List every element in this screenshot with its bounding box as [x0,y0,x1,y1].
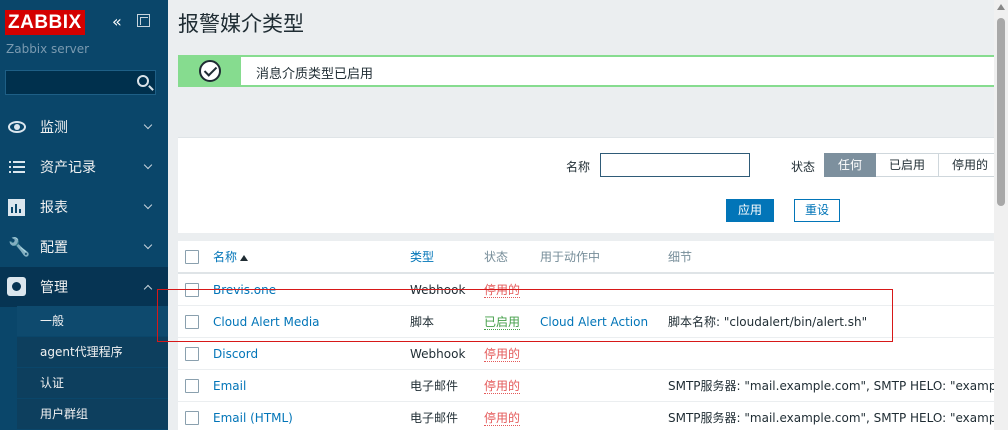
menu-item-configuration[interactable]: 🔧 配置 [0,227,168,267]
message-icon-box [180,57,241,85]
row-checkbox[interactable] [185,347,199,361]
row-checkbox[interactable] [185,283,199,297]
media-type-details: SMTP服务器: "mail.example.com", SMTP HELO: … [668,379,1008,393]
status-toggle[interactable]: 停用的 [484,379,521,394]
message-text: 消息介质类型已启用 [256,67,374,82]
vertical-scrollbar[interactable] [994,0,1008,430]
table-row: Discord Webhook 停用的 [178,338,1008,370]
header-details: 细节 [668,250,693,264]
status-segmented-control: 任何 已启用 停用的 [824,153,1003,177]
zabbix-logo[interactable]: ZABBIX [5,10,85,35]
header-name[interactable]: 名称 [213,241,249,273]
scroll-up-icon[interactable] [997,4,1005,10]
status-toggle[interactable]: 停用的 [484,283,521,298]
menu-label: 监测 [40,120,68,136]
header-name-label: 名称 [213,250,238,264]
menu-label: 资产记录 [40,160,96,176]
chevron-down-icon [143,160,153,170]
menu-label: 报表 [40,200,68,216]
chevron-up-icon [143,284,153,294]
submenu-item-proxies[interactable]: agent代理程序 [17,337,168,368]
row-checkbox[interactable] [185,315,199,329]
filter-name-label: 名称 [566,160,591,174]
table-row: Cloud Alert Media 脚本 已启用 Cloud Alert Act… [178,306,1008,338]
chevron-down-icon [143,240,153,250]
eye-icon [8,121,26,133]
sidebar-search-input[interactable] [5,70,156,95]
menu-item-inventory[interactable]: 资产记录 [0,147,168,187]
media-type-name-link[interactable]: Cloud Alert Media [213,306,320,338]
header-used-in-actions: 用于动作中 [540,250,601,264]
media-type-type: Webhook [410,347,466,361]
status-toggle[interactable]: 已启用 [484,315,521,330]
submenu-item-general[interactable]: 一般 [17,306,168,337]
menu-label: 管理 [40,280,68,296]
submenu-item-user-groups[interactable]: 用户群组 [17,399,168,430]
table-row: Email 电子邮件 停用的 SMTP服务器: "mail.example.co… [178,370,1008,402]
reset-button[interactable]: 重设 [794,199,841,222]
media-type-details: SMTP服务器: "mail.example.com", SMTP HELO: … [668,411,1008,425]
media-type-type: 电子邮件 [410,411,459,425]
submenu-item-authentication[interactable]: 认证 [17,368,168,399]
row-checkbox[interactable] [185,379,199,393]
gear-icon [7,277,26,296]
status-toggle[interactable]: 停用的 [484,411,521,426]
sort-asc-icon [240,254,249,261]
header-status: 状态 [484,250,509,264]
row-checkbox[interactable] [185,411,199,425]
used-in-action-link[interactable]: Cloud Alert Action [540,306,648,338]
menu-item-reports[interactable]: 报表 [0,187,168,227]
media-type-name-link[interactable]: Brevis.one [213,274,276,306]
main-content: 报警媒介类型 消息介质类型已启用 名称 状态 任何 已启用 停用的 应用 重设 … [168,0,1008,430]
media-type-name-link[interactable]: Email [213,370,246,402]
check-circle-icon [199,60,221,82]
sidebar: ZABBIX « Zabbix server 监测 资产记录 报表 🔧 配置 管… [0,0,168,430]
media-type-type: 电子邮件 [410,379,459,393]
table-header: 名称 类型 状态 用于动作中 细节 [178,241,1008,274]
media-type-type: Webhook [410,283,466,297]
chart-icon [8,199,25,216]
menu-label: 配置 [40,240,68,256]
status-option-any[interactable]: 任何 [824,153,877,177]
menu-item-monitoring[interactable]: 监测 [0,107,168,147]
status-toggle[interactable]: 停用的 [484,347,521,362]
filter-name-input[interactable] [600,153,750,177]
table-row: Brevis.one Webhook 停用的 [178,274,1008,306]
collapse-sidebar-icon[interactable]: « [112,12,122,31]
search-icon[interactable] [137,75,149,87]
server-name: Zabbix server [6,42,90,56]
status-option-enabled[interactable]: 已启用 [876,153,940,177]
chevron-down-icon [143,120,153,130]
page-title: 报警媒介类型 [178,12,304,36]
filter-status-label: 状态 [791,160,816,174]
apply-button[interactable]: 应用 [726,199,775,222]
header-type[interactable]: 类型 [410,241,434,273]
success-message: 消息介质类型已启用 [178,55,1008,87]
kiosk-mode-icon[interactable] [137,14,150,27]
chevron-down-icon [143,200,153,210]
scrollbar-thumb[interactable] [997,18,1005,206]
media-type-name-link[interactable]: Email (HTML) [213,402,293,430]
filter-panel: 名称 状态 任何 已启用 停用的 应用 重设 [178,137,1008,233]
wrench-icon: 🔧 [8,237,31,258]
select-all-checkbox[interactable] [185,250,199,264]
table-row: Email (HTML) 电子邮件 停用的 SMTP服务器: "mail.exa… [178,402,1008,430]
media-types-table: 名称 类型 状态 用于动作中 细节 Brevis.one Webhook 停用的… [178,241,1008,430]
media-type-details: 脚本名称: "cloudalert/bin/alert.sh" [668,315,868,329]
menu-item-administration[interactable]: 管理 [0,267,168,307]
media-type-name-link[interactable]: Discord [213,338,258,370]
media-type-type: 脚本 [410,315,435,329]
status-option-disabled[interactable]: 停用的 [939,153,1003,177]
administration-submenu: 一般 agent代理程序 认证 用户群组 [17,306,168,430]
list-icon [9,160,25,174]
